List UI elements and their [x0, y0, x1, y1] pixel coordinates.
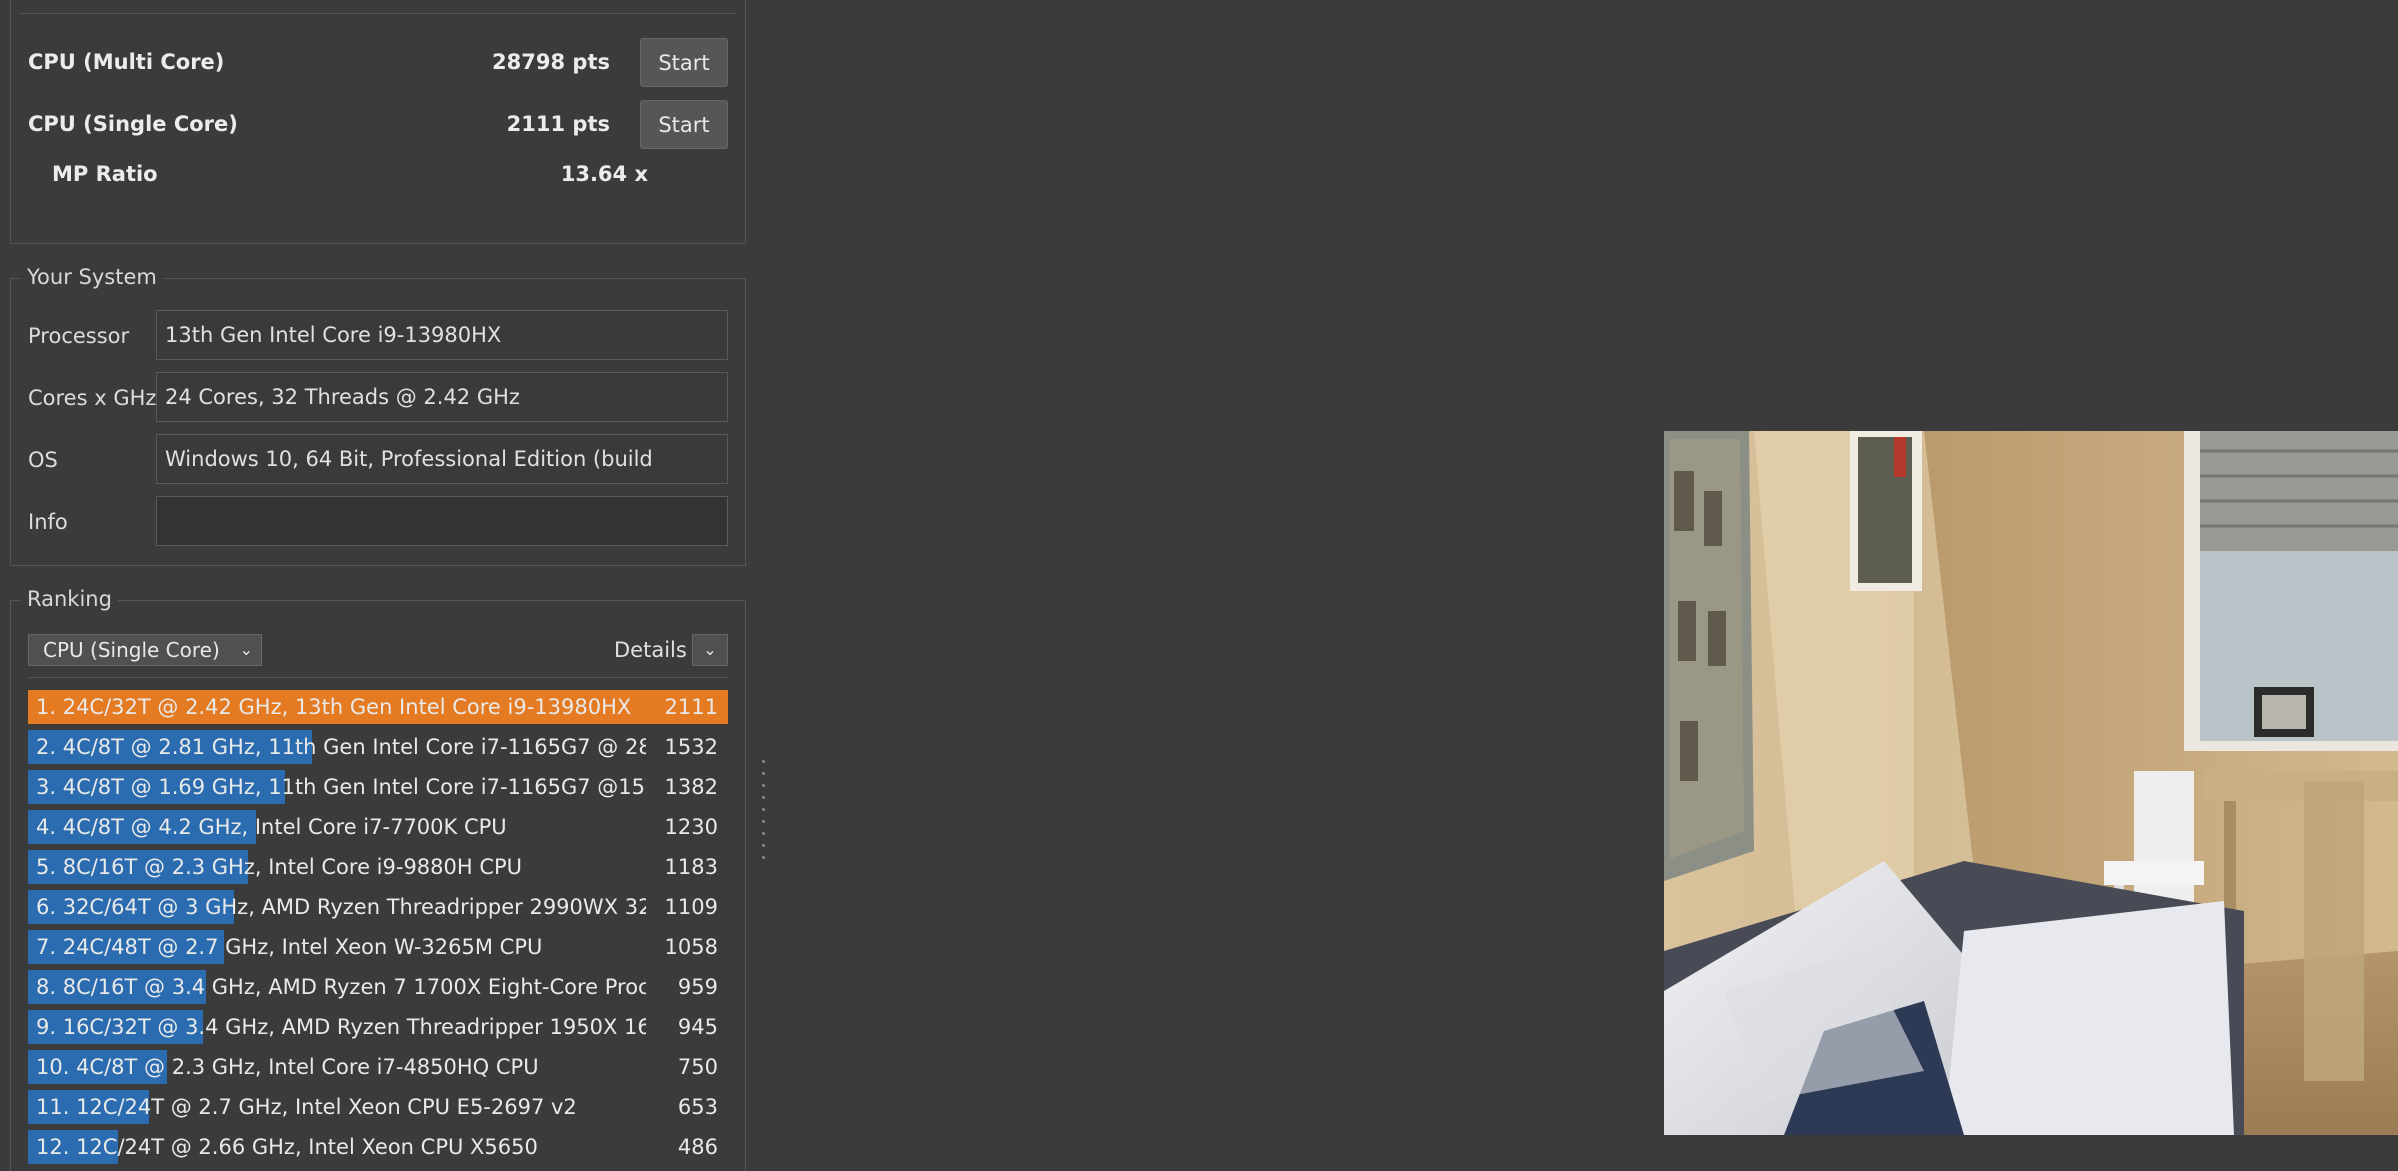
ranking-row-score: 1382 — [664, 775, 718, 799]
ranking-row-label: 2. 4C/8T @ 2.81 GHz, 11th Gen Intel Core… — [36, 735, 646, 759]
ranking-row-label: 10. 4C/8T @ 2.3 GHz, Intel Core i7-4850H… — [36, 1055, 539, 1079]
ranking-row-score: 2111 — [664, 695, 718, 719]
info-label: Info — [28, 510, 68, 534]
score-row-ratio: MP Ratio 13.64 x — [18, 152, 728, 204]
ranking-row-label: 5. 8C/16T @ 2.3 GHz, Intel Core i9-9880H… — [36, 855, 523, 879]
ranking-row-label: 11. 12C/24T @ 2.7 GHz, Intel Xeon CPU E5… — [36, 1095, 577, 1119]
ranking-row[interactable]: 10. 4C/8T @ 2.3 GHz, Intel Core i7-4850H… — [28, 1050, 728, 1084]
score-value-single: 2111 pts — [506, 112, 610, 136]
score-row-single: CPU (Single Core) 2111 pts Start — [18, 100, 728, 152]
ranking-row-label: 3. 4C/8T @ 1.69 GHz, 11th Gen Intel Core… — [36, 775, 646, 799]
ranking-row[interactable]: 7. 24C/48T @ 2.7 GHz, Intel Xeon W-3265M… — [28, 930, 728, 964]
cores-label: Cores x GHz — [28, 386, 157, 410]
ranking-row-label: 12. 12C/24T @ 2.66 GHz, Intel Xeon CPU X… — [36, 1135, 538, 1159]
ranking-row-score: 1183 — [664, 855, 718, 879]
scores-divider — [19, 13, 735, 14]
ranking-row-label: 6. 32C/64T @ 3 GHz, AMD Ryzen Threadripp… — [36, 895, 646, 919]
ranking-row-score: 959 — [677, 975, 718, 999]
info-field[interactable] — [156, 496, 728, 546]
ranking-row-score: 1230 — [664, 815, 718, 839]
ranking-group-title: Ranking — [21, 587, 118, 611]
score-label-single: CPU (Single Core) — [28, 112, 238, 136]
cores-field[interactable]: 24 Cores, 32 Threads @ 2.42 GHz — [156, 372, 728, 422]
ranking-row-label: 7. 24C/48T @ 2.7 GHz, Intel Xeon W-3265M… — [36, 935, 543, 959]
details-toggle-button[interactable]: ⌄ — [692, 634, 728, 666]
system-row-cores: Cores x GHz 24 Cores, 32 Threads @ 2.42 … — [18, 372, 728, 424]
render-preview-image — [1664, 431, 2398, 1135]
ranking-row[interactable]: 12. 12C/24T @ 2.66 GHz, Intel Xeon CPU X… — [28, 1130, 728, 1164]
start-multi-button[interactable]: Start — [640, 38, 728, 87]
ranking-row[interactable]: 6. 32C/64T @ 3 GHz, AMD Ryzen Threadripp… — [28, 890, 728, 924]
ranking-row-score: 653 — [677, 1095, 718, 1119]
ranking-row-score: 945 — [677, 1015, 718, 1039]
chevron-down-icon: ⌄ — [239, 640, 253, 659]
ranking-row[interactable]: 9. 16C/32T @ 3.4 GHz, AMD Ryzen Threadri… — [28, 1010, 728, 1044]
ranking-row[interactable]: 4. 4C/8T @ 4.2 GHz, Intel Core i7-7700K … — [28, 810, 728, 844]
ranking-row[interactable]: 8. 8C/16T @ 3.4 GHz, AMD Ryzen 7 1700X E… — [28, 970, 728, 1004]
system-row-info: Info — [18, 496, 728, 548]
ranking-row-score: 1532 — [664, 735, 718, 759]
processor-label: Processor — [28, 324, 130, 348]
system-group-title: Your System — [21, 265, 163, 289]
ranking-row-score: 750 — [677, 1055, 718, 1079]
ranking-type-dropdown[interactable]: CPU (Single Core) ⌄ — [28, 634, 262, 666]
ranking-row-score: 486 — [677, 1135, 718, 1159]
ranking-row-score: 1109 — [664, 895, 718, 919]
mp-ratio-label: MP Ratio — [52, 162, 158, 186]
system-row-os: OS Windows 10, 64 Bit, Professional Edit… — [18, 434, 728, 519]
ranking-row[interactable]: 11. 12C/24T @ 2.7 GHz, Intel Xeon CPU E5… — [28, 1090, 728, 1124]
ranking-row-label: 1. 24C/32T @ 2.42 GHz, 13th Gen Intel Co… — [36, 695, 632, 719]
score-value-multi: 28798 pts — [492, 50, 610, 74]
ranking-row-label: 9. 16C/32T @ 3.4 GHz, AMD Ryzen Threadri… — [36, 1015, 646, 1039]
render-scene — [1664, 431, 2398, 1135]
dropdown-value: CPU (Single Core) — [43, 638, 220, 662]
processor-field[interactable]: 13th Gen Intel Core i9-13980HX — [156, 310, 728, 360]
os-label: OS — [28, 448, 58, 472]
ranking-row[interactable]: 5. 8C/16T @ 2.3 GHz, Intel Core i9-9880H… — [28, 850, 728, 884]
ranking-row[interactable]: 1. 24C/32T @ 2.42 GHz, 13th Gen Intel Co… — [28, 690, 728, 724]
cinebench-window: CPU (Multi Core) 28798 pts Start CPU (Si… — [0, 0, 2398, 1171]
score-row-multi: CPU (Multi Core) 28798 pts Start — [18, 38, 728, 90]
ranking-divider — [28, 677, 728, 678]
ranking-row-score: 1058 — [664, 935, 718, 959]
mp-ratio-value: 13.64 x — [560, 162, 648, 186]
chevron-down-icon: ⌄ — [703, 640, 717, 659]
ranking-row[interactable]: 3. 4C/8T @ 1.69 GHz, 11th Gen Intel Core… — [28, 770, 728, 804]
ranking-list: 1. 24C/32T @ 2.42 GHz, 13th Gen Intel Co… — [28, 690, 728, 1170]
results-panel: CPU (Multi Core) 28798 pts Start CPU (Si… — [0, 0, 760, 1171]
splitter-grip[interactable] — [762, 760, 766, 872]
score-label-multi: CPU (Multi Core) — [28, 50, 225, 74]
ranking-row-label: 4. 4C/8T @ 4.2 GHz, Intel Core i7-7700K … — [36, 815, 507, 839]
details-label: Details — [614, 638, 687, 662]
ranking-row-label: 8. 8C/16T @ 3.4 GHz, AMD Ryzen 7 1700X E… — [36, 975, 646, 999]
os-field[interactable]: Windows 10, 64 Bit, Professional Edition… — [156, 434, 728, 519]
ranking-row[interactable]: 2. 4C/8T @ 2.81 GHz, 11th Gen Intel Core… — [28, 730, 728, 764]
system-row-processor: Processor 13th Gen Intel Core i9-13980HX — [18, 310, 728, 362]
start-single-button[interactable]: Start — [640, 100, 728, 149]
